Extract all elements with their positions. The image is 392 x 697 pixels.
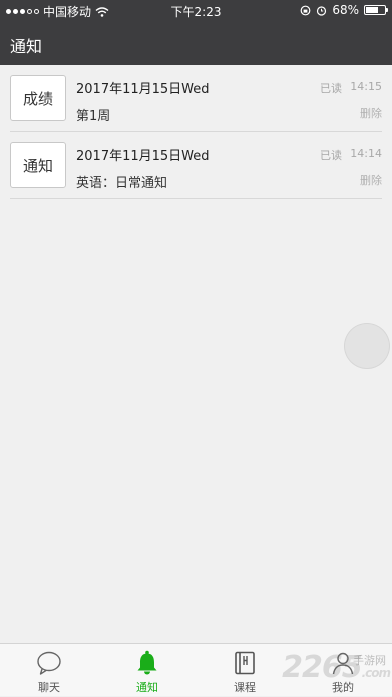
bell-icon bbox=[137, 650, 157, 675]
tab-notice[interactable]: 通知 bbox=[98, 644, 196, 697]
status-right: 68% bbox=[300, 3, 388, 17]
tab-label: 通知 bbox=[136, 681, 158, 694]
notification-date: 2017年11月15日Wed bbox=[76, 149, 210, 164]
notification-time: 14:14 bbox=[350, 147, 382, 160]
battery-level bbox=[366, 7, 379, 13]
alarm-icon bbox=[317, 5, 327, 16]
status-bar: 中国移动 下午2:23 68% bbox=[0, 0, 392, 20]
notification-subtitle: 第1周 bbox=[76, 109, 111, 124]
page-title: 通知 bbox=[10, 37, 43, 56]
tab-label: 聊天 bbox=[38, 681, 60, 694]
orientation-lock-icon bbox=[300, 5, 311, 15]
notification-time: 14:15 bbox=[350, 80, 382, 93]
notification-date: 2017年11月15日Wed bbox=[76, 82, 210, 97]
read-status: 已读 bbox=[320, 149, 342, 162]
delete-button[interactable]: 删除 bbox=[360, 105, 382, 121]
delete-button[interactable]: 删除 bbox=[360, 172, 382, 188]
notification-list: 成绩 2017年11月15日Wed 第1周 已读 14:15 删除 通知 201… bbox=[0, 65, 392, 199]
chat-bubble-icon bbox=[37, 651, 61, 675]
notification-tag: 成绩 bbox=[10, 75, 66, 121]
assistive-touch-button[interactable] bbox=[344, 323, 390, 369]
book-icon bbox=[235, 651, 255, 675]
tab-label: 课程 bbox=[234, 681, 256, 694]
tab-course[interactable]: 课程 bbox=[196, 644, 294, 697]
notification-tag: 通知 bbox=[10, 142, 66, 188]
battery-icon bbox=[364, 5, 388, 15]
read-status: 已读 bbox=[320, 82, 342, 95]
nav-bar: 通知 bbox=[0, 20, 392, 65]
watermark-subtitle: 手游网 bbox=[353, 654, 386, 667]
tab-chat[interactable]: 聊天 bbox=[0, 644, 98, 697]
notification-subtitle: 英语：日常通知 bbox=[76, 176, 168, 191]
battery-percent: 68% bbox=[332, 3, 359, 17]
notification-item[interactable]: 通知 2017年11月15日Wed 英语：日常通知 已读 14:14 删除 bbox=[10, 132, 382, 199]
notification-item[interactable]: 成绩 2017年11月15日Wed 第1周 已读 14:15 删除 bbox=[10, 65, 382, 132]
